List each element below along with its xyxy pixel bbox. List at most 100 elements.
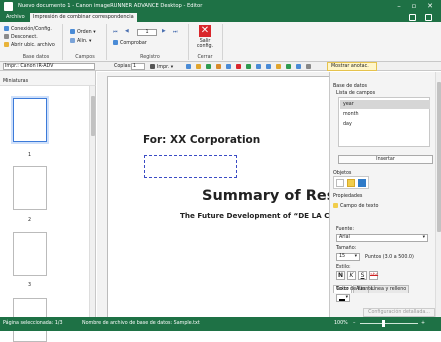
align-button[interactable]: Alin. ▾ [70,38,91,44]
next-record-icon[interactable]: ▶ [162,29,166,34]
zoom-slider-knob[interactable] [382,320,385,327]
database-icon [4,26,9,31]
zoom-slider[interactable] [360,323,418,324]
ribbon-tabs: Archivo Impresión de combinar correspond… [0,13,441,22]
color-swatch [339,299,345,301]
ribbon-separator [188,24,189,60]
tab-archivo[interactable]: Archivo [3,13,28,22]
font-label: Fuente: [336,227,354,232]
show-annotations-button[interactable]: Mostrar anotac. [327,62,377,71]
toolbar-tool-5-icon[interactable] [226,64,231,69]
maximize-icon[interactable]: ▫ [408,1,420,12]
copies-field[interactable]: 1 [131,63,145,70]
toolbar-tool-13-icon[interactable] [306,64,311,69]
font-select[interactable]: Arial ▾ [336,234,428,242]
thumbnails-scrollbar[interactable] [89,86,95,317]
toolbar-tool-8-icon[interactable] [256,64,261,69]
ribbon: Conexión/Config. Desconect. Abrir ubic. … [0,22,441,62]
ribbon-separator [106,24,107,60]
italic-button[interactable]: K [347,271,356,280]
font-color-picker[interactable]: ▾ [336,294,350,302]
merge-field-box[interactable] [144,155,237,178]
size-range-hint: Puntos (3.0 a 500.0) [365,255,414,260]
group-label-close: Cerrar [197,55,213,60]
size-select[interactable]: 15 ▾ [336,253,360,261]
thumbnail-number: 3 [28,283,32,288]
toolbar-tool-4-icon[interactable] [216,64,221,69]
print-button[interactable]: Impr. ▾ [150,64,173,70]
zoom-out-icon[interactable]: – [353,321,355,326]
toolbar-tool-6-icon[interactable] [236,64,241,69]
scrollbar-thumb[interactable] [91,96,95,136]
thumbnails-header: Miniaturas [0,71,96,86]
pointer-tool-icon[interactable] [336,179,344,187]
text-field-label: Campo de texto [333,203,378,209]
open-file-location-button[interactable]: Abrir ubic. archivo [4,42,55,48]
help-icon[interactable] [409,14,416,21]
disconnect-button[interactable]: Desconect. [4,34,38,40]
minimize-icon[interactable]: – [393,1,405,12]
size-label: Tamaño: [336,246,357,251]
ribbon-separator [222,24,223,60]
toolbar-tool-12-icon[interactable] [296,64,301,69]
close-icon[interactable]: ✕ [424,1,436,12]
strikethrough-button[interactable]: abc [369,271,378,280]
compare-icon [113,40,118,45]
text-field-icon [333,203,338,208]
list-item[interactable]: year [340,100,430,109]
status-bar: Página seleccionada: 1/3 Nombre de archi… [0,317,441,331]
field-list-title: Lista de campos [336,91,376,96]
underline-button[interactable]: S [358,271,367,280]
print-toolbar: Impr.: Canon iR-ADV Copias: 1 Impr. ▾ Mo… [0,62,441,71]
compare-button[interactable]: Comprobar [113,40,147,46]
chevron-down-icon: ▾ [422,235,425,240]
group-label-record: Registro [140,55,160,60]
record-number-field[interactable]: 1 [137,29,157,36]
group-label-fields: Campos [75,55,95,60]
printer-select[interactable]: Impr.: Canon iR-ADV [3,63,95,70]
ribbon-options-icon[interactable] [425,14,432,21]
tab-mail-merge[interactable]: Impresión de combinar correspondencia [30,13,137,22]
document-page[interactable]: For: XX Corporation Summary of Rese The … [107,76,332,321]
style-label: Estilo: [336,265,351,270]
order-button[interactable]: Orden ▾ [70,29,96,35]
properties-title: Propiedades [333,194,363,199]
toolbar-tool-7-icon[interactable] [246,64,251,69]
document-area: For: XX Corporation Summary of Rese The … [97,72,332,321]
toolbar-tool-11-icon[interactable] [286,64,291,69]
folder-icon [4,42,9,47]
thumbnail-number: 1 [28,153,32,158]
last-record-icon[interactable]: ⏭ [173,29,177,35]
panel-scrollbar[interactable] [435,72,441,317]
thumbnail-page[interactable] [13,166,47,210]
connect-config-button[interactable]: Conexión/Config. [4,26,52,32]
bold-button[interactable]: N [336,271,345,280]
text-field-tool-icon[interactable] [347,179,355,187]
toolbar-tool-9-icon[interactable] [266,64,271,69]
thumbnail-page[interactable] [13,98,47,142]
list-item[interactable]: day [340,120,430,129]
toolbar-tool-3-icon[interactable] [206,64,211,69]
detailed-settings-button[interactable]: Configuración detallada... [363,308,435,317]
scrollbar-thumb[interactable] [437,82,441,232]
zoom-level[interactable]: 100% [334,321,348,326]
thumbnail-page[interactable] [13,232,47,276]
list-item[interactable]: month [340,110,430,119]
first-record-icon[interactable]: ⏮ [113,29,117,35]
window-title: Nuevo documento 1 - Canon imageRUNNER AD… [18,3,203,9]
document-subheading[interactable]: The Future Development of “DE LA C [180,211,330,220]
exit-config-button[interactable]: Salir config. [195,39,215,49]
thumbnails-panel: 1 2 3 [0,86,96,342]
insert-button[interactable]: Insertar [338,155,433,164]
document-heading[interactable]: Summary of Rese [202,188,332,204]
previous-record-icon[interactable]: ◀ [125,29,129,34]
toolbar-tool-1-icon[interactable] [186,64,191,69]
toolbar-tool-2-icon[interactable] [196,64,201,69]
exit-config-icon[interactable]: ✕ [199,25,211,37]
image-field-tool-icon[interactable] [358,179,366,187]
for-company-text[interactable]: For: XX Corporation [143,134,260,146]
datasource-title: Base de datos [333,84,368,89]
zoom-in-icon[interactable]: + [421,321,425,326]
toolbar-tool-10-icon[interactable] [276,64,281,69]
chevron-down-icon: ▾ [354,254,357,259]
